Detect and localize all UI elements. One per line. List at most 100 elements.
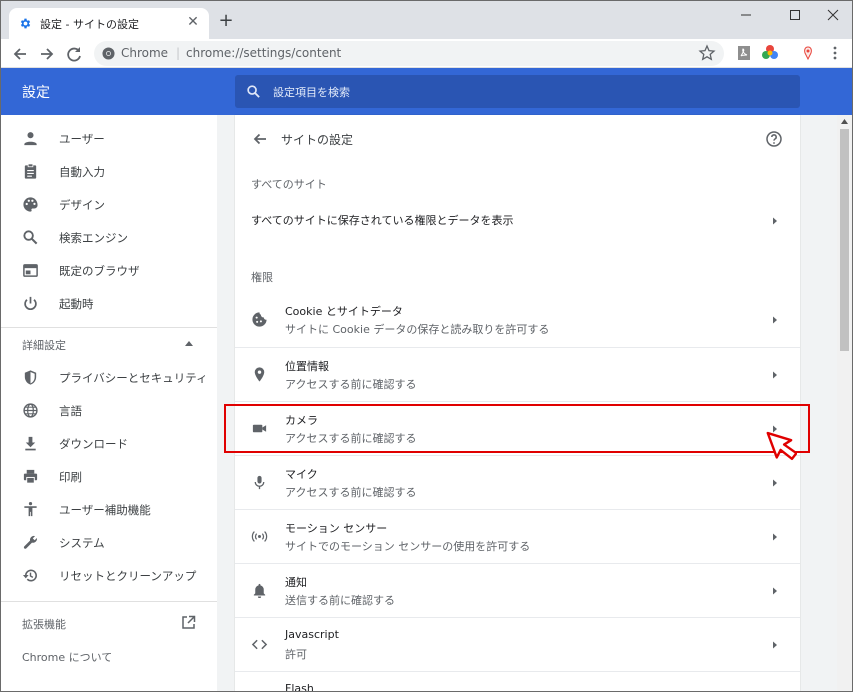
permission-title: Javascript — [285, 628, 339, 641]
permission-row-motion-sensors[interactable]: モーション センサー サイトでのモーション センサーの使用を許可する — [235, 509, 800, 563]
sidebar-item-appearance[interactable]: デザイン — [1, 189, 217, 219]
person-icon — [24, 132, 37, 146]
caret-up-icon — [185, 341, 193, 346]
colorful-extension-icon[interactable] — [761, 44, 779, 62]
download-icon — [25, 436, 36, 451]
address-url[interactable]: chrome://settings/content — [186, 46, 341, 60]
address-separator: | — [176, 46, 181, 60]
sidebar-item-system[interactable]: システム — [1, 527, 217, 557]
pdf-extension-icon[interactable] — [735, 44, 753, 62]
chrome-logo-icon — [102, 47, 115, 60]
camera-highlight-box — [224, 404, 810, 453]
sidebar-item-privacy[interactable]: プライバシーとセキュリティ — [1, 362, 217, 392]
section-title: サイトの設定 — [281, 133, 354, 147]
address-bar[interactable]: Chrome | chrome://settings/content — [94, 41, 724, 66]
settings-header: 設定 設定項目を検索 — [1, 68, 852, 115]
sidebar-divider — [1, 601, 217, 602]
sidebar-item-on-startup[interactable]: 起動時 — [1, 288, 217, 318]
page-scrollbar[interactable] — [837, 115, 852, 691]
wrench-icon — [23, 535, 38, 549]
sidebar-item-label: 自動入力 — [59, 165, 105, 179]
all-sites-row[interactable]: すべてのサイトに保存されている権限とデータを表示 — [235, 194, 800, 248]
palette-icon — [23, 197, 38, 212]
permission-row-flash[interactable]: Flash — [235, 671, 800, 691]
sidebar-item-label: 既定のブラウザ — [59, 264, 140, 278]
bell-icon — [253, 583, 266, 599]
about-label: Chrome について — [22, 651, 113, 664]
permission-subtitle: サイトに Cookie データの保存と読み取りを許可する — [285, 323, 550, 336]
clipboard-icon — [24, 163, 37, 179]
permission-row-cookies[interactable]: Cookie とサイトデータ サイトに Cookie データの保存と読み取りを許… — [235, 293, 800, 347]
tab-settings[interactable]: 設定 - サイトの設定 ✕ — [9, 8, 209, 39]
search-icon — [23, 230, 38, 245]
permission-row-javascript[interactable]: Javascript 許可 — [235, 617, 800, 671]
permission-subtitle: 許可 — [285, 648, 307, 661]
sensor-icon — [251, 531, 268, 542]
scroll-up-icon[interactable] — [841, 118, 848, 124]
advanced-toggle[interactable]: 詳細設定 — [1, 333, 217, 355]
bookmark-star-icon[interactable] — [698, 44, 716, 62]
settings-search-input[interactable]: 設定項目を検索 — [235, 75, 800, 108]
chevron-right-icon — [773, 587, 777, 595]
about-chrome-link[interactable]: Chrome について — [1, 645, 217, 667]
back-arrow-icon[interactable] — [9, 43, 31, 65]
minimize-icon[interactable] — [731, 5, 761, 25]
tab-close-button[interactable]: ✕ — [185, 14, 201, 30]
sidebar-item-label: デザイン — [59, 198, 105, 212]
new-tab-button[interactable]: + — [216, 11, 236, 31]
sidebar-item-printing[interactable]: 印刷 — [1, 461, 217, 491]
sidebar-item-label: 印刷 — [59, 470, 82, 484]
permission-title: 位置情報 — [285, 360, 329, 373]
sidebar-item-default-browser[interactable]: 既定のブラウザ — [1, 255, 217, 285]
gear-icon — [20, 18, 31, 29]
back-arrow-icon[interactable] — [251, 130, 269, 148]
permissions-heading: 権限 — [251, 271, 273, 284]
pin-extension-icon[interactable] — [799, 44, 817, 62]
advanced-label: 詳細設定 — [22, 339, 66, 352]
permission-title: Cookie とサイトデータ — [285, 305, 403, 318]
sidebar-item-label: ダウンロード — [59, 437, 128, 451]
forward-arrow-icon[interactable] — [36, 43, 58, 65]
printer-icon — [23, 469, 38, 484]
sidebar-item-search-engine[interactable]: 検索エンジン — [1, 222, 217, 252]
accessibility-icon — [24, 502, 37, 517]
chevron-right-icon — [773, 641, 777, 649]
close-window-icon[interactable] — [818, 5, 848, 25]
permission-row-location[interactable]: 位置情報 アクセスする前に確認する — [235, 347, 800, 401]
chevron-right-icon — [773, 533, 777, 541]
scrollbar-thumb[interactable] — [840, 129, 849, 351]
browser-window: 設定 - サイトの設定 ✕ + Chrome | chrome://settin… — [0, 0, 853, 692]
maximize-icon[interactable] — [780, 5, 810, 25]
help-icon[interactable] — [765, 130, 783, 148]
sidebar-item-languages[interactable]: 言語 — [1, 395, 217, 425]
permission-subtitle: 送信する前に確認する — [285, 594, 395, 607]
browser-toolbar: Chrome | chrome://settings/content — [1, 39, 852, 68]
permission-row-notifications[interactable]: 通知 送信する前に確認する — [235, 563, 800, 617]
sidebar-item-accessibility[interactable]: ユーザー補助機能 — [1, 494, 217, 524]
sidebar-item-label: ユーザー補助機能 — [59, 503, 151, 517]
chevron-right-icon — [773, 371, 777, 379]
address-chrome-label: Chrome — [121, 46, 169, 60]
shield-icon — [24, 370, 37, 385]
sidebar-item-reset[interactable]: リセットとクリーンアップ — [1, 560, 217, 590]
cookie-icon — [252, 312, 267, 327]
menu-dots-icon[interactable] — [826, 44, 844, 62]
globe-icon — [23, 403, 38, 418]
search-icon — [247, 85, 260, 98]
sidebar-item-downloads[interactable]: ダウンロード — [1, 428, 217, 458]
browser-icon — [23, 264, 38, 277]
chevron-right-icon — [773, 316, 777, 324]
extensions-label: 拡張機能 — [22, 618, 66, 631]
permission-row-microphone[interactable]: マイク アクセスする前に確認する — [235, 455, 800, 509]
sidebar-item-label: プライバシーとセキュリティ — [59, 371, 208, 385]
sidebar-divider — [1, 327, 217, 328]
sidebar-item-label: 言語 — [59, 404, 82, 418]
search-placeholder: 設定項目を検索 — [273, 86, 350, 99]
sidebar-item-user[interactable]: ユーザー — [1, 123, 217, 153]
restore-icon — [22, 569, 37, 582]
extensions-link[interactable]: 拡張機能 — [1, 612, 217, 634]
location-pin-icon — [254, 367, 265, 382]
reload-icon[interactable] — [63, 43, 85, 65]
microphone-icon — [254, 475, 265, 490]
sidebar-item-autofill[interactable]: 自動入力 — [1, 156, 217, 186]
